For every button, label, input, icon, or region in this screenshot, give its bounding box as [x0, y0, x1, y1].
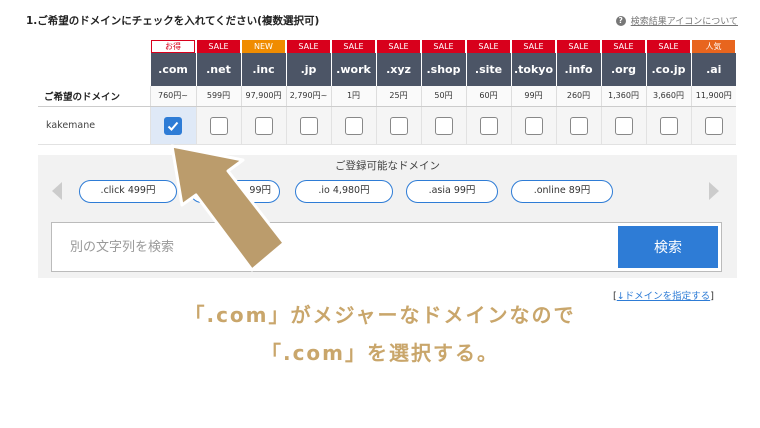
tld-price: 1,360円: [600, 86, 646, 107]
badge-label: SALE: [197, 39, 240, 53]
checkbox[interactable]: [704, 116, 723, 135]
checkbox[interactable]: [524, 116, 543, 135]
arrow-right-icon[interactable]: [709, 182, 719, 200]
checkmark-icon: [167, 121, 179, 131]
badge-label: NEW: [242, 39, 285, 53]
badge-label: SALE: [332, 39, 375, 53]
tld-price: 760円~: [149, 86, 196, 107]
tld-header: .inc: [240, 53, 286, 86]
badge-label: SALE: [377, 39, 420, 53]
annotation-line-2: 「.com」を選択する。: [260, 341, 500, 365]
suggest-title: ご登録可能なドメイン: [335, 160, 440, 172]
badge-label: SALE: [602, 39, 645, 53]
search-bar: 検索: [51, 222, 722, 272]
badge-label: SALE: [647, 39, 690, 53]
badge-cell: 人気: [691, 39, 736, 53]
tld-header: .info: [555, 53, 601, 86]
checkbox[interactable]: [344, 116, 363, 135]
checkbox-cell[interactable]: [510, 106, 556, 145]
suggest-item[interactable]: .asia 99円: [406, 180, 498, 203]
badge-label: SALE: [422, 39, 465, 53]
section-title: 1.ご希望のドメインにチェックを入れてください(複数選択可): [26, 15, 320, 27]
tld-header: .tokyo: [510, 53, 556, 86]
checkbox-cell[interactable]: [645, 106, 691, 145]
suggest-item[interactable]: .online 89円: [511, 180, 613, 203]
badge-label: SALE: [557, 39, 600, 53]
badge-cell: SALE: [646, 39, 691, 53]
tld-price: 3,660円: [645, 86, 691, 107]
badge-label: 人気: [692, 39, 735, 53]
suggest-item[interactable]: .click 499円: [79, 180, 177, 203]
tld-price: 60円: [465, 86, 511, 107]
search-button[interactable]: 検索: [618, 226, 718, 268]
checkbox-cell[interactable]: [330, 106, 376, 145]
checkbox-checked[interactable]: [164, 116, 182, 135]
pointer-arrow-icon: [170, 144, 286, 272]
checkbox-cell[interactable]: [465, 106, 511, 145]
suggest-item[interactable]: .io 4,980円: [295, 180, 393, 203]
question-circle-icon: ?: [615, 15, 626, 26]
badge-cell: お得: [150, 39, 196, 53]
tld-header: .net: [195, 53, 241, 86]
badge-cell: SALE: [511, 39, 556, 53]
tld-price: 1円: [330, 86, 376, 107]
tld-header: .co.jp: [645, 53, 691, 86]
arrow-left-icon[interactable]: [52, 182, 62, 200]
tld-header: .xyz: [375, 53, 421, 86]
badge-cell: SALE: [331, 39, 376, 53]
domain-name: kakemane: [38, 106, 150, 145]
search-input[interactable]: [70, 235, 610, 259]
checkbox-cell[interactable]: [375, 106, 421, 145]
tld-header: .org: [600, 53, 646, 86]
domain-table: お得 SALE NEW SALE SALE SALE SALE SALE SALE SALE SAL…: [38, 39, 736, 145]
checkbox[interactable]: [614, 116, 633, 135]
badge-cell: NEW: [241, 39, 286, 53]
checkbox[interactable]: [209, 116, 228, 135]
tld-price: 25円: [375, 86, 421, 107]
checkbox-cell[interactable]: [690, 106, 736, 145]
checkbox[interactable]: [254, 116, 273, 135]
help-link-label[interactable]: 検索結果アイコンについて: [631, 14, 738, 27]
checkbox-cell[interactable]: [600, 106, 646, 145]
checkbox-cell[interactable]: [420, 106, 466, 145]
badge-cell: SALE: [601, 39, 646, 53]
badge-label: SALE: [287, 39, 330, 53]
blank-cell: [38, 39, 150, 53]
tld-price: 97,900円: [240, 86, 286, 107]
annotation-line-1: 「.com」がメジャーなドメインなので: [184, 303, 576, 327]
badge-cell: SALE: [556, 39, 601, 53]
tld-header: .com: [149, 53, 196, 86]
badge-label: お得: [151, 39, 195, 53]
blank-cell: [38, 53, 150, 86]
badge-cell: SALE: [376, 39, 421, 53]
badge-cell: SALE: [286, 39, 331, 53]
tld-price: 99円: [510, 86, 556, 107]
tld-header: .ai: [690, 53, 736, 86]
tld-header: .shop: [420, 53, 466, 86]
row-label: ご希望のドメイン: [38, 86, 150, 107]
checkbox[interactable]: [659, 116, 678, 135]
checkbox[interactable]: [434, 116, 453, 135]
tld-price: 50円: [420, 86, 466, 107]
tld-price: 2,790円~: [285, 86, 331, 107]
badge-cell: SALE: [196, 39, 241, 53]
help-link[interactable]: ? 検索結果アイコンについて: [615, 14, 738, 27]
checkbox[interactable]: [479, 116, 498, 135]
badge-cell: SALE: [466, 39, 511, 53]
tld-header: .site: [465, 53, 511, 86]
tld-price: 260円: [555, 86, 601, 107]
checkbox[interactable]: [569, 116, 588, 135]
tld-header: .jp: [285, 53, 331, 86]
badge-label: SALE: [467, 39, 510, 53]
checkbox-cell[interactable]: [555, 106, 601, 145]
checkbox[interactable]: [299, 116, 318, 135]
badge-cell: SALE: [421, 39, 466, 53]
tld-price: 11,900円: [690, 86, 736, 107]
badge-label: SALE: [512, 39, 555, 53]
checkbox[interactable]: [389, 116, 408, 135]
tld-price: 599円: [195, 86, 241, 107]
section-header: 1.ご希望のドメインにチェックを入れてください(複数選択可) ? 検索結果アイコ…: [26, 13, 738, 29]
tld-header: .work: [330, 53, 376, 86]
